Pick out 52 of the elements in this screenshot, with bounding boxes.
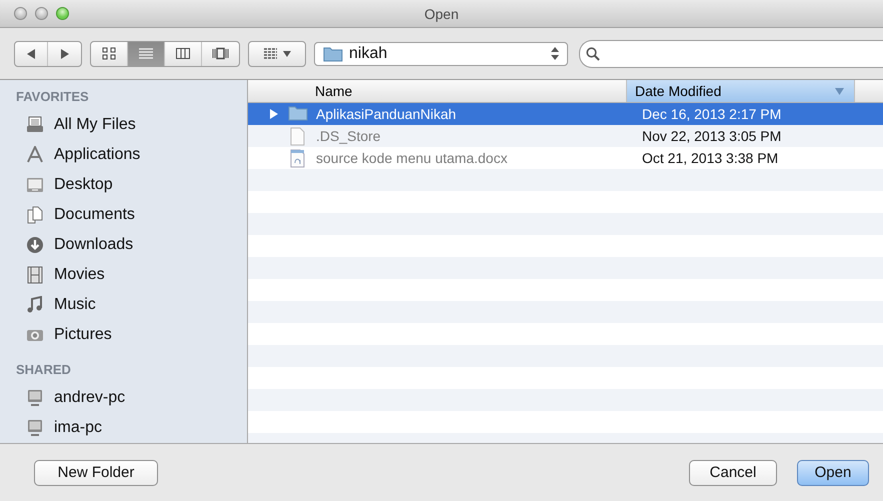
sidebar-item[interactable]: Applications [0,140,140,170]
caret-icon [283,50,291,56]
desktop-icon [26,176,44,194]
sort-arrow-icon [835,88,844,94]
sidebar-item[interactable]: Movies [0,260,105,290]
computer-icon [26,419,44,437]
music-icon [26,296,44,314]
window-title: Open [424,6,459,22]
date-modified: Dec 16, 2013 2:17 PM [641,106,782,122]
applications-icon [26,146,44,164]
columns-icon [174,46,192,61]
all-files-icon [26,116,44,134]
downloads-icon [26,236,44,254]
file-name: .DS_Store [316,128,381,144]
section-heading: SHARED [15,362,71,379]
arrange-icon [263,48,278,59]
sidebar-item[interactable]: All My Files [0,110,136,140]
sidebar-item[interactable]: Downloads [0,230,134,260]
column-header[interactable]: Date Modified [627,80,855,102]
movies-icon [26,266,44,284]
open-button[interactable]: Open [797,460,869,486]
arrange-button[interactable] [248,40,306,66]
sidebar-item[interactable]: Pictures [0,320,112,350]
dialog-button[interactable]: New Folder [34,460,158,486]
date-modified: Oct 21, 2013 3:38 PM [641,150,778,166]
location-popup[interactable]: nikah [314,42,568,66]
sidebar-item[interactable]: Music [0,290,96,320]
close-button[interactable] [14,7,27,20]
file-row[interactable]: AplikasiPanduanNikah Dec 16, 2013 2:17 PM [248,103,883,125]
date-modified: Nov 22, 2013 3:05 PM [641,128,782,144]
documents-icon [26,206,44,224]
coverflow-icon [212,46,229,61]
sidebar-item[interactable]: Desktop [0,170,113,200]
minimize-button[interactable] [35,7,48,20]
sidebar-item[interactable]: ima-pc [0,413,102,443]
section-heading: FAVORITES [15,89,89,106]
zoom-button[interactable] [56,7,69,20]
dialog-button[interactable]: Cancel [689,460,777,486]
left-arrow-icon [26,48,36,60]
stepper-icon [551,47,559,60]
grid-icon [100,46,118,61]
sidebar-item[interactable]: Documents [0,200,135,230]
folder-icon [323,46,343,62]
file-name: AplikasiPanduanNikah [316,106,456,122]
search-icon [586,46,600,60]
disclosure-triangle-icon[interactable] [270,109,278,119]
list-icon [138,46,154,61]
computer-icon [26,389,44,407]
search-field[interactable] [579,40,883,68]
right-arrow-icon [60,48,70,60]
sidebar-item[interactable]: andrev-pc [0,383,126,413]
file-name: source kode menu utama.docx [316,150,508,166]
